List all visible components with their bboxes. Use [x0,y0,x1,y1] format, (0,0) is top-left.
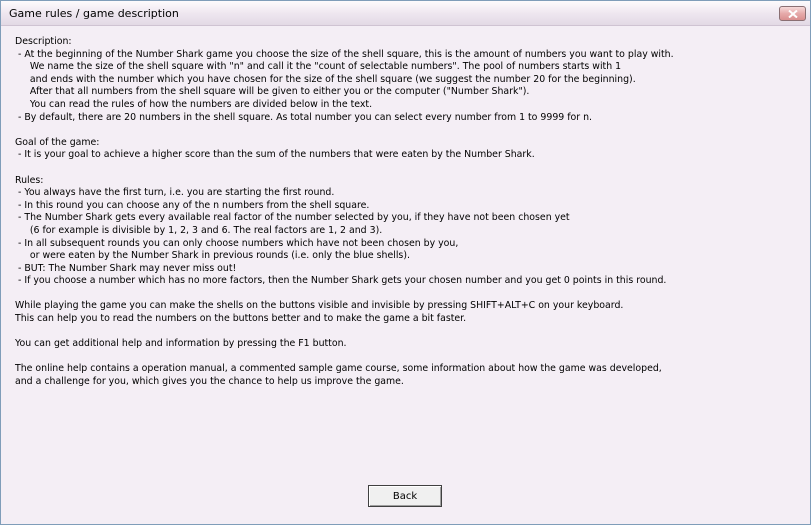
window-title: Game rules / game description [9,7,179,20]
text-line: We name the size of the shell square wit… [15,61,622,73]
close-icon [788,10,798,18]
text-line: (6 for example is divisible by 1, 2, 3 a… [15,224,383,236]
text-line: Rules: [15,174,44,186]
text-line: - You always have the first turn, i.e. y… [15,187,335,199]
text-line: - It is your goal to achieve a higher sc… [15,149,535,161]
text-line: - At the beginning of the Number Shark g… [15,48,674,60]
title-bar[interactable]: Game rules / game description [1,1,810,26]
text-line: and a challenge for you, which gives you… [15,376,404,388]
text-line: - The Number Shark gets every available … [15,212,570,224]
back-button[interactable]: Back [368,485,442,507]
text-line: This can help you to read the numbers on… [15,313,467,325]
text-line: You can get additional help and informat… [15,338,347,350]
game-rules-window: Game rules / game description Descriptio… [0,0,811,525]
text-line: - In this round you can choose any of th… [15,199,370,211]
text-line: Description: [15,36,72,47]
text-line: After that all numbers from the shell sq… [15,86,530,98]
rules-description-text: Description: - At the beginning of the N… [15,36,800,389]
text-line: and ends with the number which you have … [15,73,636,85]
text-line: You can read the rules of how the number… [15,98,373,110]
text-line: The online help contains a operation man… [15,363,662,375]
text-line: - In all subsequent rounds you can only … [15,237,459,249]
text-line: Goal of the game: [15,136,100,148]
text-line: - By default, there are 20 numbers in th… [15,111,593,123]
text-line: or were eaten by the Number Shark in pre… [15,250,410,262]
text-line: While playing the game you can make the … [15,300,624,312]
text-line: - BUT: The Number Shark may never miss o… [15,262,237,274]
text-line: - If you choose a number which has no mo… [15,275,667,287]
close-button[interactable] [779,6,806,21]
